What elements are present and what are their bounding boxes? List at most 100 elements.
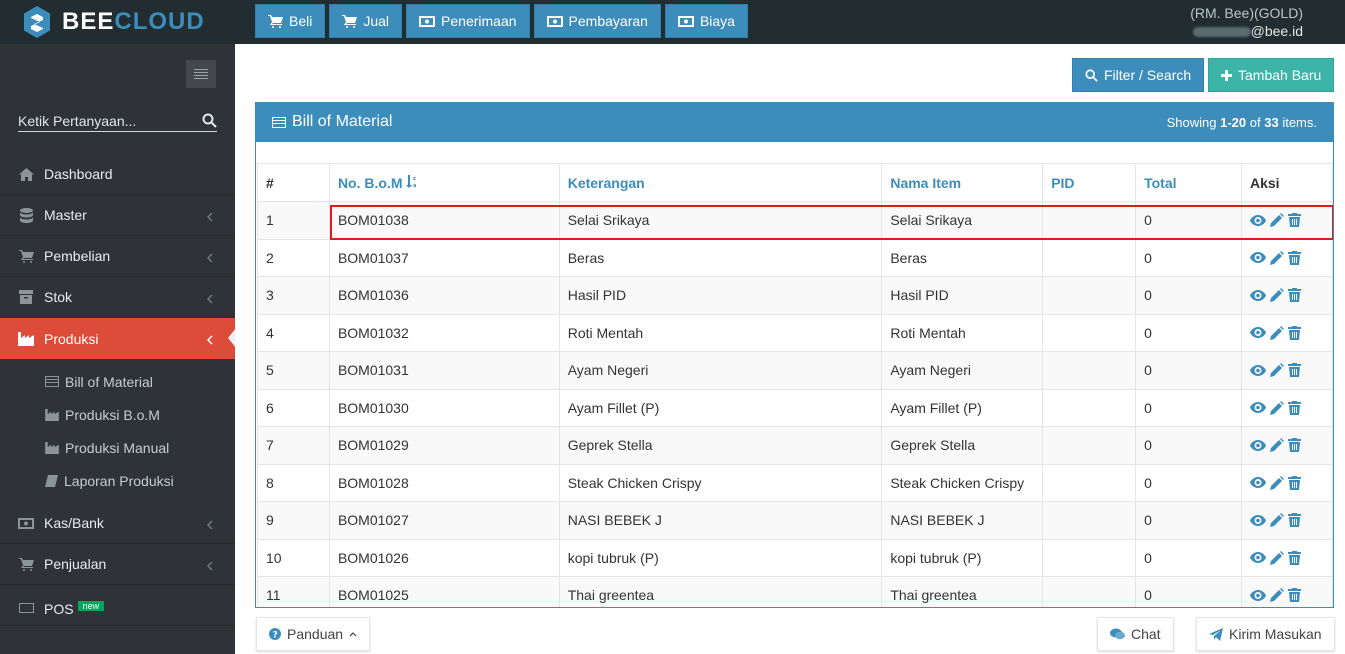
delete-trash-icon[interactable]	[1288, 475, 1301, 490]
biaya-button[interactable]: Biaya	[664, 4, 748, 38]
filter-search-button[interactable]: Filter / Search	[1072, 58, 1205, 92]
cell-bom-number: BOM01038	[328, 201, 560, 240]
penerimaan-button[interactable]: Penerimaan	[406, 4, 530, 38]
table-row[interactable]: 4 BOM01032 Roti Mentah Roti Mentah 0	[257, 313, 1333, 352]
cell-row-number: 7	[257, 426, 330, 465]
cart-icon	[18, 557, 34, 571]
sidebar-item-dashboard[interactable]: Dashboard	[0, 154, 235, 195]
view-eye-icon[interactable]	[1250, 439, 1266, 451]
table-row[interactable]: 9 BOM01027 NASI BEBEK J NASI BEBEK J0	[257, 501, 1333, 540]
money-icon	[419, 15, 436, 27]
cell-nama-item: Steak Chicken Crispy	[881, 463, 1044, 502]
table-row[interactable]: 11 BOM01025 Thai greentea Thai greentea 0	[257, 576, 1333, 607]
sidebar-item-produksi[interactable]: Produksi	[0, 318, 235, 359]
cell-keterangan: Ayam Fillet (P)	[558, 388, 883, 427]
question-circle-icon: ?	[269, 628, 281, 640]
view-eye-icon[interactable]	[1250, 289, 1266, 301]
cell-pid	[1042, 313, 1137, 352]
table-row[interactable]: 6 BOM01030 Ayam Fillet (P) Ayam Fillet (P) 0	[257, 388, 1333, 427]
view-eye-icon[interactable]	[1250, 514, 1266, 526]
submenu-item-bill-of-material[interactable]: Bill of Material	[0, 365, 235, 398]
sidebar-search[interactable]: Ketik Pertanyaan...	[18, 110, 217, 132]
delete-trash-icon[interactable]	[1288, 513, 1301, 528]
cell-pid	[1042, 201, 1137, 240]
view-eye-icon[interactable]	[1250, 589, 1266, 601]
view-eye-icon[interactable]	[1250, 402, 1266, 414]
edit-pencil-icon[interactable]	[1270, 438, 1284, 453]
cell-total: 0	[1135, 313, 1242, 352]
svg-text:?: ?	[273, 631, 278, 641]
edit-pencil-icon[interactable]	[1270, 550, 1284, 565]
delete-trash-icon[interactable]	[1288, 250, 1301, 265]
database-icon	[19, 207, 33, 223]
chevron-left-icon	[206, 517, 213, 533]
view-eye-icon[interactable]	[1250, 477, 1266, 489]
col-header-nama-item[interactable]: Nama Item	[881, 163, 1044, 202]
col-header-no-bom[interactable]: No. B.o.M za	[328, 163, 560, 202]
panduan-button[interactable]: ? Panduan	[256, 617, 371, 651]
delete-trash-icon[interactable]	[1288, 438, 1301, 453]
sidebar-item-pos[interactable]: POS new	[0, 585, 235, 626]
submenu-item-laporan-produksi[interactable]: Laporan Produksi	[0, 464, 235, 497]
tambah-baru-button[interactable]: Tambah Baru	[1208, 58, 1335, 92]
view-eye-icon[interactable]	[1250, 552, 1266, 564]
table-row[interactable]: 5 BOM01031 Ayam Negeri Ayam Negeri 0	[257, 351, 1333, 390]
search-icon	[1085, 68, 1098, 82]
cell-nama-item: Thai greentea	[881, 576, 1044, 607]
cell-nama-item: Beras	[881, 238, 1044, 277]
search-icon[interactable]	[202, 113, 217, 128]
submenu-item-produksi-manual[interactable]: Produksi Manual	[0, 431, 235, 464]
edit-pencil-icon[interactable]	[1270, 588, 1284, 603]
edit-pencil-icon[interactable]	[1270, 288, 1284, 303]
user-email: @bee.id	[1190, 22, 1303, 40]
chat-button[interactable]: Chat	[1097, 617, 1174, 651]
view-eye-icon[interactable]	[1250, 214, 1266, 226]
table-row[interactable]: 2 BOM01037 Beras Beras 0	[257, 238, 1333, 277]
beli-button[interactable]: Beli	[255, 4, 326, 38]
kirim-masukan-button[interactable]: Kirim Masukan	[1196, 617, 1335, 651]
col-header-total[interactable]: Total	[1135, 163, 1242, 202]
delete-trash-icon[interactable]	[1288, 550, 1301, 565]
view-eye-icon[interactable]	[1250, 327, 1266, 339]
sidebar-toggle-icon[interactable]	[186, 60, 216, 88]
edit-pencil-icon[interactable]	[1270, 475, 1284, 490]
submenu-item-produksi-bom[interactable]: Produksi B.o.M	[0, 398, 235, 431]
delete-trash-icon[interactable]	[1288, 325, 1301, 340]
sidebar-item-master[interactable]: Master	[0, 195, 235, 236]
cell-bom-number: BOM01027	[328, 501, 560, 540]
delete-trash-icon[interactable]	[1288, 363, 1301, 378]
cell-nama-item: NASI BEBEK J	[881, 501, 1044, 540]
view-eye-icon[interactable]	[1250, 364, 1266, 376]
jual-button[interactable]: Jual	[329, 4, 403, 38]
col-header-aksi: Aksi	[1241, 163, 1333, 202]
sidebar-item-stok[interactable]: Stok	[0, 277, 235, 318]
delete-trash-icon[interactable]	[1288, 213, 1301, 228]
brand-logo[interactable]: BEECLOUD	[0, 0, 235, 44]
search-input[interactable]: Ketik Pertanyaan...	[18, 113, 136, 129]
user-info[interactable]: (RM. Bee)(GOLD) @bee.id	[1190, 4, 1303, 40]
table-row[interactable]: 10 BOM01026 kopi tubruk (P) kopi tubruk (P)…	[257, 538, 1333, 577]
edit-pencil-icon[interactable]	[1270, 513, 1284, 528]
edit-pencil-icon[interactable]	[1270, 213, 1284, 228]
cell-nama-item: Roti Mentah	[881, 313, 1044, 352]
edit-pencil-icon[interactable]	[1270, 250, 1284, 265]
table-row[interactable]: 1 BOM01038 Selai Srikaya Selai Srikaya 0	[257, 201, 1333, 240]
sidebar-item-penjualan[interactable]: Penjualan	[0, 544, 235, 585]
view-eye-icon[interactable]	[1250, 252, 1266, 264]
cell-keterangan: Hasil PID	[558, 276, 883, 315]
edit-pencil-icon[interactable]	[1270, 363, 1284, 378]
col-header-pid[interactable]: PID	[1042, 163, 1137, 202]
table-row[interactable]: 3 BOM01036 Hasil PID Hasil PID 0	[257, 276, 1333, 315]
delete-trash-icon[interactable]	[1288, 588, 1301, 603]
edit-pencil-icon[interactable]	[1270, 400, 1284, 415]
edit-pencil-icon[interactable]	[1270, 325, 1284, 340]
money-icon	[546, 15, 563, 27]
table-row[interactable]: 7 BOM01029 Geprek Stella Geprek Stella 0	[257, 426, 1333, 465]
delete-trash-icon[interactable]	[1288, 288, 1301, 303]
sidebar-item-kas-bank[interactable]: Kas/Bank	[0, 503, 235, 544]
pembayaran-button[interactable]: Pembayaran	[533, 4, 661, 38]
col-header-keterangan[interactable]: Keterangan	[558, 163, 883, 202]
table-row[interactable]: 8 BOM01028 Steak Chicken Crispy Steak Chick…	[257, 463, 1333, 502]
sidebar-item-pembelian[interactable]: Pembelian	[0, 236, 235, 277]
delete-trash-icon[interactable]	[1288, 400, 1301, 415]
